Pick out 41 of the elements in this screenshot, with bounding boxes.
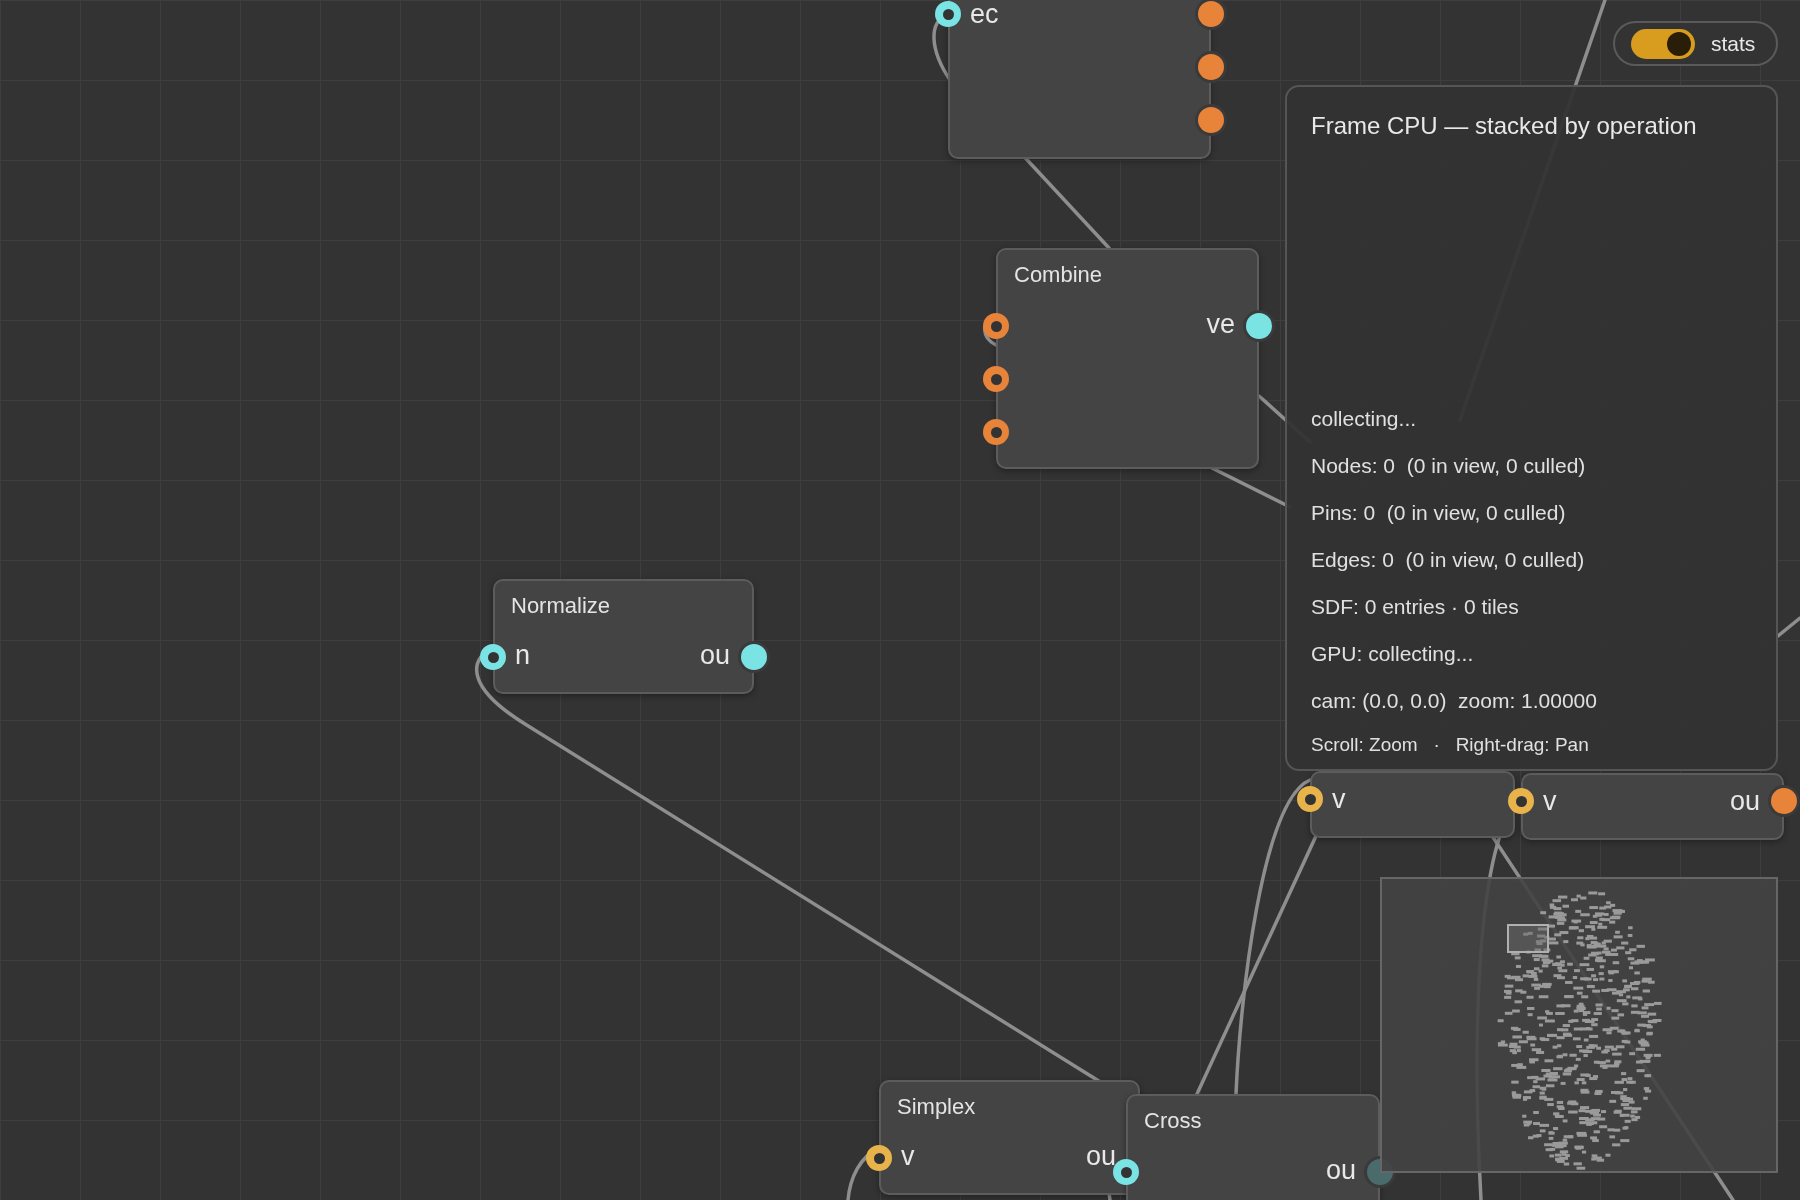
graph-node[interactable]: v — [1310, 771, 1515, 838]
input-label: v — [1332, 783, 1346, 817]
stats-line: Edges: 0 (0 in view, 0 culled) — [1311, 547, 1586, 573]
input-label: v — [1543, 785, 1557, 819]
node-title: Combine — [1014, 262, 1103, 288]
graph-node[interactable]: Simplex v ou — [879, 1080, 1140, 1195]
minimap[interactable] — [1380, 877, 1778, 1173]
controls-hint: Scroll: Zoom · Right-drag: Pan — [1311, 733, 1590, 757]
output-label: ve — [1206, 308, 1235, 342]
minimap-viewport[interactable] — [1507, 924, 1549, 953]
stats-line: collecting... — [1311, 406, 1418, 432]
connection-wire — [1776, 616, 1800, 638]
graph-node[interactable]: v ou — [1521, 773, 1784, 840]
graph-node[interactable]: ec — [948, 0, 1211, 159]
chart-title: Frame CPU — stacked by operation — [1311, 111, 1698, 141]
node-title: Simplex — [897, 1094, 976, 1120]
output-label: ou — [699, 639, 730, 673]
stats-line: SDF: 0 entries · 0 tiles — [1311, 594, 1520, 620]
dot-pin[interactable] — [1198, 107, 1224, 133]
input-label: n — [515, 639, 531, 673]
node-title: Cross — [1144, 1108, 1202, 1134]
toggle-switch[interactable] — [1631, 28, 1695, 59]
dot-pin[interactable] — [1246, 313, 1272, 339]
stats-line: Nodes: 0 (0 in view, 0 culled) — [1311, 453, 1587, 479]
output-label: ou — [1325, 1154, 1356, 1188]
node-title: Normalize — [511, 593, 611, 619]
output-label: ou — [1729, 785, 1760, 819]
stats-line: cam: (0.0, 0.0) zoom: 1.00000 — [1311, 688, 1598, 714]
dot-pin[interactable] — [1198, 54, 1224, 80]
stats-line: GPU: collecting... — [1311, 641, 1475, 667]
graph-node[interactable]: Cross ou — [1126, 1094, 1380, 1200]
input-label: ec — [970, 0, 999, 32]
dot-pin[interactable] — [1771, 788, 1797, 814]
dot-pin[interactable] — [1198, 1, 1224, 27]
stats-toggle[interactable]: stats — [1613, 21, 1778, 66]
dot-pin[interactable] — [741, 644, 767, 670]
stats-line: Pins: 0 (0 in view, 0 culled) — [1311, 500, 1567, 526]
input-label: v — [901, 1140, 915, 1174]
output-label: ou — [1085, 1140, 1116, 1174]
graph-node[interactable]: Combine ve — [996, 248, 1259, 469]
graph-node[interactable]: Normalize n ou — [493, 579, 754, 694]
